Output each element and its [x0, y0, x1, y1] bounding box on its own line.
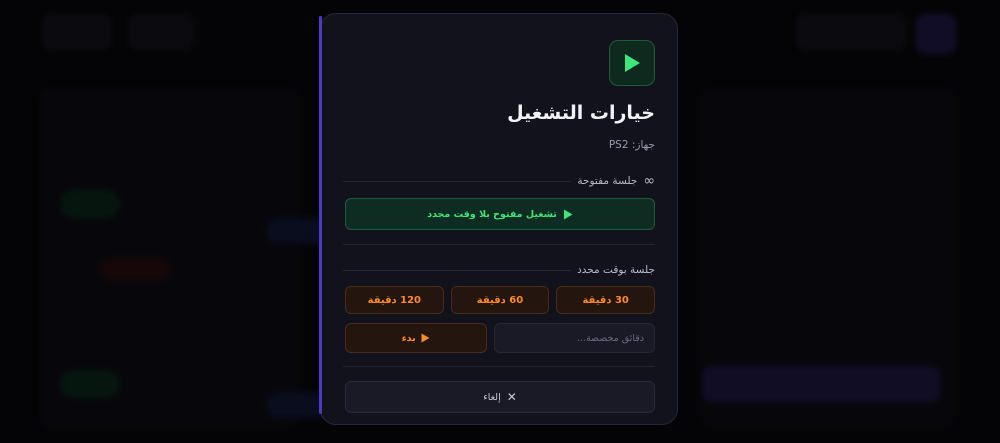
modal-title: خيارات التشغيل: [507, 102, 655, 124]
duration-options: 30 دقيقة 60 دقيقة 120 دقيقة: [344, 286, 655, 314]
cancel-button-label: إلغاء: [483, 391, 501, 403]
start-button[interactable]: بدء: [345, 323, 487, 353]
duration-60-button[interactable]: 60 دقيقة: [450, 286, 550, 314]
divider: [343, 244, 655, 245]
start-button-label: بدء: [401, 332, 416, 344]
device-label: جهاز: PS2: [608, 139, 655, 151]
modal-accent-bar: [319, 16, 322, 414]
open-session-button-label: تشغيل مفتوح بلا وقت محدد: [427, 208, 557, 220]
divider: [343, 269, 572, 271]
open-session-button[interactable]: تشغيل مفتوح بلا وقت محدد: [345, 198, 655, 230]
divider: [343, 180, 572, 182]
play-icon: [609, 40, 655, 86]
timed-session-label: جلسة بوقت محدد: [577, 264, 655, 276]
custom-minutes-input[interactable]: [493, 323, 655, 353]
timed-session-header: جلسة بوقت محدد: [343, 263, 655, 277]
open-session-header: ∞ جلسة مفتوحة: [343, 173, 655, 189]
duration-120-button[interactable]: 120 دقيقة: [344, 286, 444, 314]
custom-duration-row: بدء: [345, 323, 655, 353]
divider: [343, 366, 655, 367]
open-session-label: جلسة مفتوحة: [577, 175, 638, 187]
play-small-icon: [421, 333, 430, 343]
cancel-button[interactable]: ✕ إلغاء: [345, 381, 655, 413]
close-icon: ✕: [506, 390, 517, 404]
infinity-icon: ∞: [643, 173, 655, 189]
duration-30-button[interactable]: 30 دقيقة: [556, 286, 655, 314]
play-options-modal: خيارات التشغيل جهاز: PS2 ∞ جلسة مفتوحة ت…: [319, 13, 678, 425]
play-small-icon: [563, 209, 573, 219]
